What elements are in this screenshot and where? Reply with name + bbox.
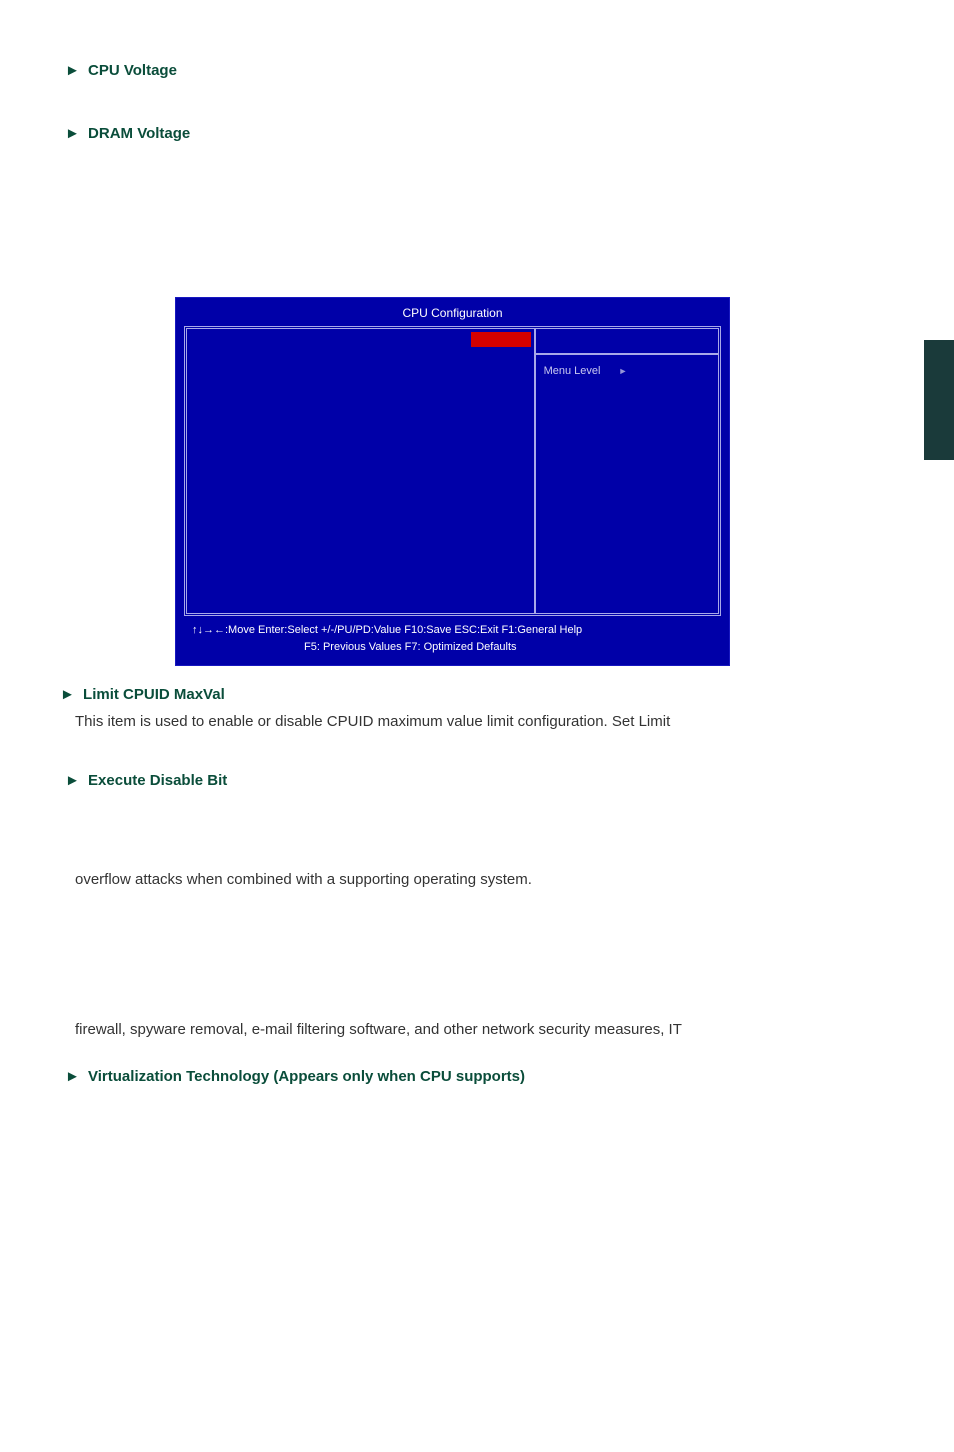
bios-title: CPU Configuration: [176, 298, 729, 326]
bios-right-top: [536, 329, 718, 355]
arrow-icon: ►: [65, 1068, 80, 1085]
bios-footer: ↑↓→←:Move Enter:Select +/-/PU/PD:Value F…: [176, 616, 729, 665]
arrow-icon: ►: [65, 62, 80, 79]
arrow-icon: ►: [65, 125, 80, 142]
bios-window: CPU Configuration Menu Level ► ↑↓→←:Move…: [175, 297, 730, 666]
bios-right-panel: Menu Level ►: [536, 329, 718, 613]
bios-main-panel: Menu Level ►: [184, 326, 721, 616]
body-execute-2: firewall, spyware removal, e-mail filter…: [0, 1019, 954, 1042]
page-side-tab: [924, 340, 954, 460]
heading-text: DRAM Voltage: [88, 125, 190, 142]
body-limit-cpuid: This item is used to enable or disable C…: [0, 711, 954, 734]
bios-footer-line1: ↑↓→←:Move Enter:Select +/-/PU/PD:Value F…: [184, 622, 721, 639]
heading-text: CPU Voltage: [88, 62, 177, 79]
arrow-icon: ►: [65, 772, 80, 789]
heading-text: Execute Disable Bit: [88, 772, 227, 789]
heading-text: Virtualization Technology (Appears only …: [88, 1068, 525, 1085]
bios-left-panel: [187, 329, 536, 613]
heading-limit-cpuid: ► Limit CPUID MaxVal: [0, 686, 954, 703]
heading-dram-voltage: ► DRAM Voltage: [0, 125, 954, 142]
menu-level-label: Menu Level: [544, 365, 601, 377]
menu-level-row: Menu Level ►: [536, 355, 718, 377]
heading-cpu-voltage: ► CPU Voltage: [0, 62, 954, 79]
body-execute-1: overflow attacks when combined with a su…: [0, 869, 954, 892]
heading-execute-disable: ► Execute Disable Bit: [0, 772, 954, 789]
bios-footer-line2: F5: Previous Values F7: Optimized Defaul…: [184, 639, 721, 656]
arrow-icon: ►: [60, 686, 75, 703]
selection-highlight: [471, 332, 531, 347]
heading-text: Limit CPUID MaxVal: [83, 686, 225, 703]
triangle-right-icon: ►: [618, 366, 627, 376]
heading-virtualization: ► Virtualization Technology (Appears onl…: [0, 1068, 954, 1085]
